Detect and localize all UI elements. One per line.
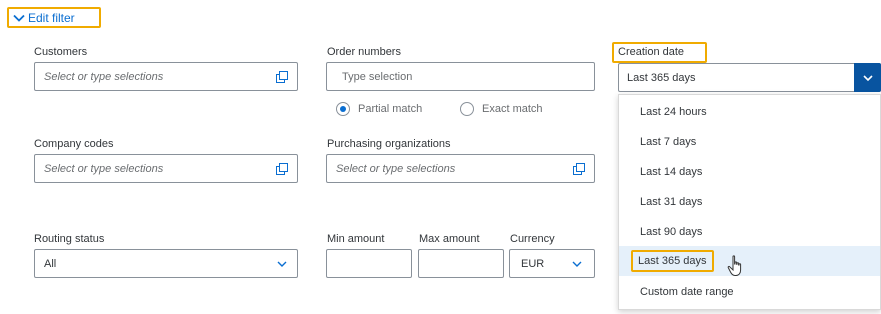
order-numbers-label: Order numbers — [327, 46, 401, 58]
customers-label: Customers — [34, 46, 88, 58]
exact-match-label: Exact match — [482, 103, 543, 115]
option-custom-date-range[interactable]: Custom date range — [619, 277, 880, 307]
value-help-icon[interactable] — [573, 163, 585, 175]
routing-status-label: Routing status — [34, 233, 105, 245]
customers-input[interactable]: Select or type selections — [34, 62, 298, 91]
min-amount-input[interactable] — [326, 249, 412, 278]
radio-unselected-icon — [460, 102, 474, 116]
creation-date-value: Last 365 days — [627, 72, 696, 84]
purchasing-orgs-input[interactable]: Select or type selections — [326, 154, 595, 183]
value-help-icon[interactable] — [276, 71, 288, 83]
chevron-down-icon — [277, 261, 287, 267]
hand-cursor-icon — [727, 255, 742, 276]
company-codes-input[interactable]: Select or type selections — [34, 154, 298, 183]
option-last-365-days[interactable]: Last 365 days — [619, 246, 880, 276]
currency-select[interactable]: EUR — [509, 249, 595, 278]
routing-status-value: All — [44, 257, 57, 270]
option-last-14-days[interactable]: Last 14 days — [619, 157, 880, 187]
option-last-7-days[interactable]: Last 7 days — [619, 127, 880, 157]
creation-date-dropdown-button[interactable] — [854, 63, 881, 92]
max-amount-label: Max amount — [419, 233, 480, 245]
company-codes-label: Company codes — [34, 138, 114, 150]
edit-filter-label: Edit filter — [28, 10, 75, 25]
purchasing-orgs-label: Purchasing organizations — [327, 138, 451, 150]
partial-match-radio[interactable]: Partial match — [336, 102, 422, 116]
edit-filter-toggle[interactable]: Edit filter — [7, 7, 101, 28]
option-last-31-days[interactable]: Last 31 days — [619, 187, 880, 217]
currency-value: EUR — [521, 257, 545, 270]
creation-date-select[interactable]: Last 365 days — [618, 63, 881, 92]
value-help-icon[interactable] — [276, 163, 288, 175]
partial-match-label: Partial match — [358, 103, 423, 115]
company-codes-placeholder: Select or type selections — [44, 162, 164, 175]
creation-date-label: Creation date — [612, 42, 707, 63]
customers-placeholder: Select or type selections — [44, 70, 164, 83]
chevron-down-icon — [572, 261, 582, 267]
chevron-down-icon — [862, 74, 873, 81]
currency-label: Currency — [510, 233, 555, 245]
creation-date-dropdown-list: Last 24 hours Last 7 days Last 14 days L… — [618, 94, 881, 310]
min-amount-label: Min amount — [327, 233, 385, 245]
chevron-down-icon — [13, 14, 25, 22]
routing-status-select[interactable]: All — [34, 249, 298, 278]
option-last-90-days[interactable]: Last 90 days — [619, 217, 880, 247]
radio-selected-icon — [336, 102, 350, 116]
option-last-24-hours[interactable]: Last 24 hours — [619, 97, 880, 127]
purchasing-orgs-placeholder: Select or type selections — [336, 162, 456, 175]
exact-match-radio[interactable]: Exact match — [460, 102, 543, 116]
order-numbers-input[interactable]: Type selection — [326, 62, 595, 91]
max-amount-input[interactable] — [418, 249, 504, 278]
order-numbers-placeholder: Type selection — [342, 70, 413, 83]
